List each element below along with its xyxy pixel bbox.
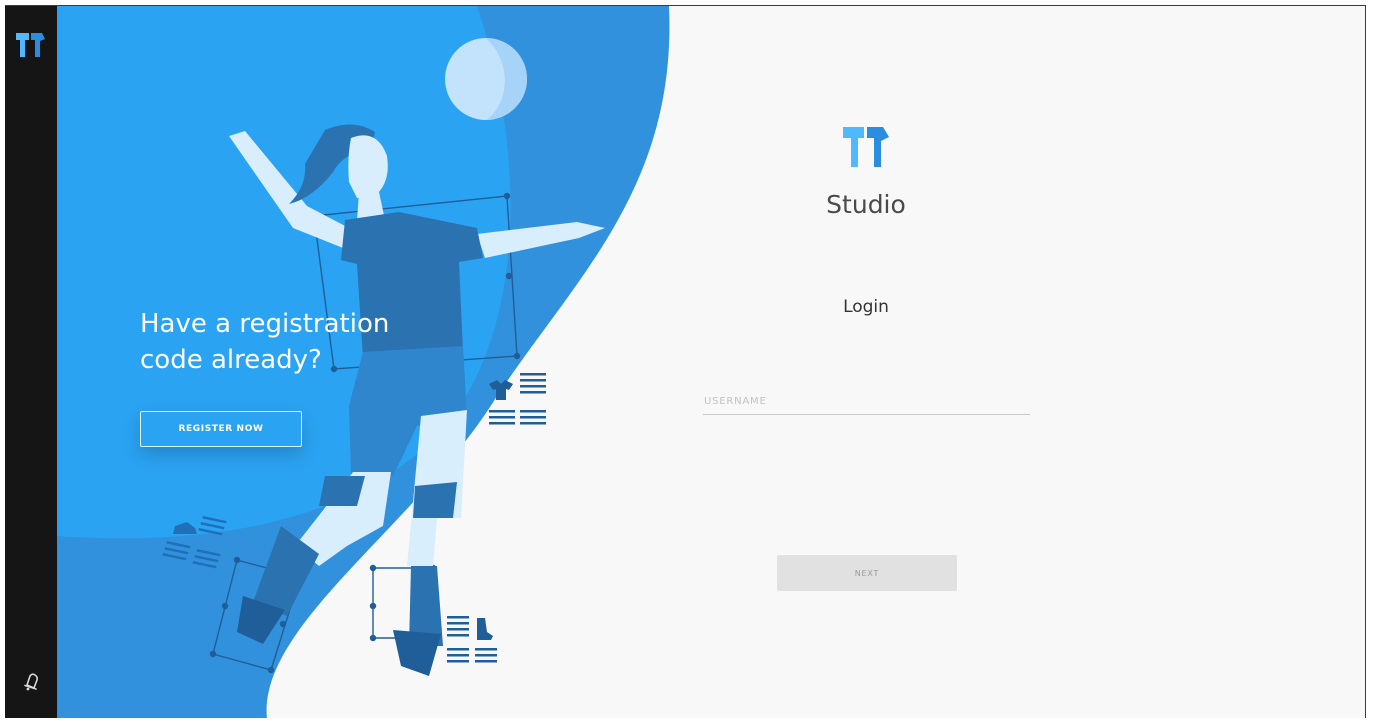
- studio-logo-icon: [843, 127, 889, 167]
- hero-illustration-panel: Have a registration code already? REGIST…: [57, 6, 1365, 718]
- app-logo-icon[interactable]: [14, 31, 46, 59]
- sidebar: [5, 6, 57, 718]
- login-heading: Login: [843, 297, 889, 317]
- next-button[interactable]: NEXT: [777, 555, 957, 591]
- registration-headline: Have a registration code already?: [140, 309, 390, 375]
- register-now-button[interactable]: REGISTER NOW: [140, 411, 302, 447]
- app-name: Studio: [826, 190, 906, 219]
- username-input[interactable]: [703, 389, 1030, 415]
- app-window: Have a registration code already? REGIST…: [5, 5, 1366, 718]
- notification-bell-icon[interactable]: [21, 670, 43, 692]
